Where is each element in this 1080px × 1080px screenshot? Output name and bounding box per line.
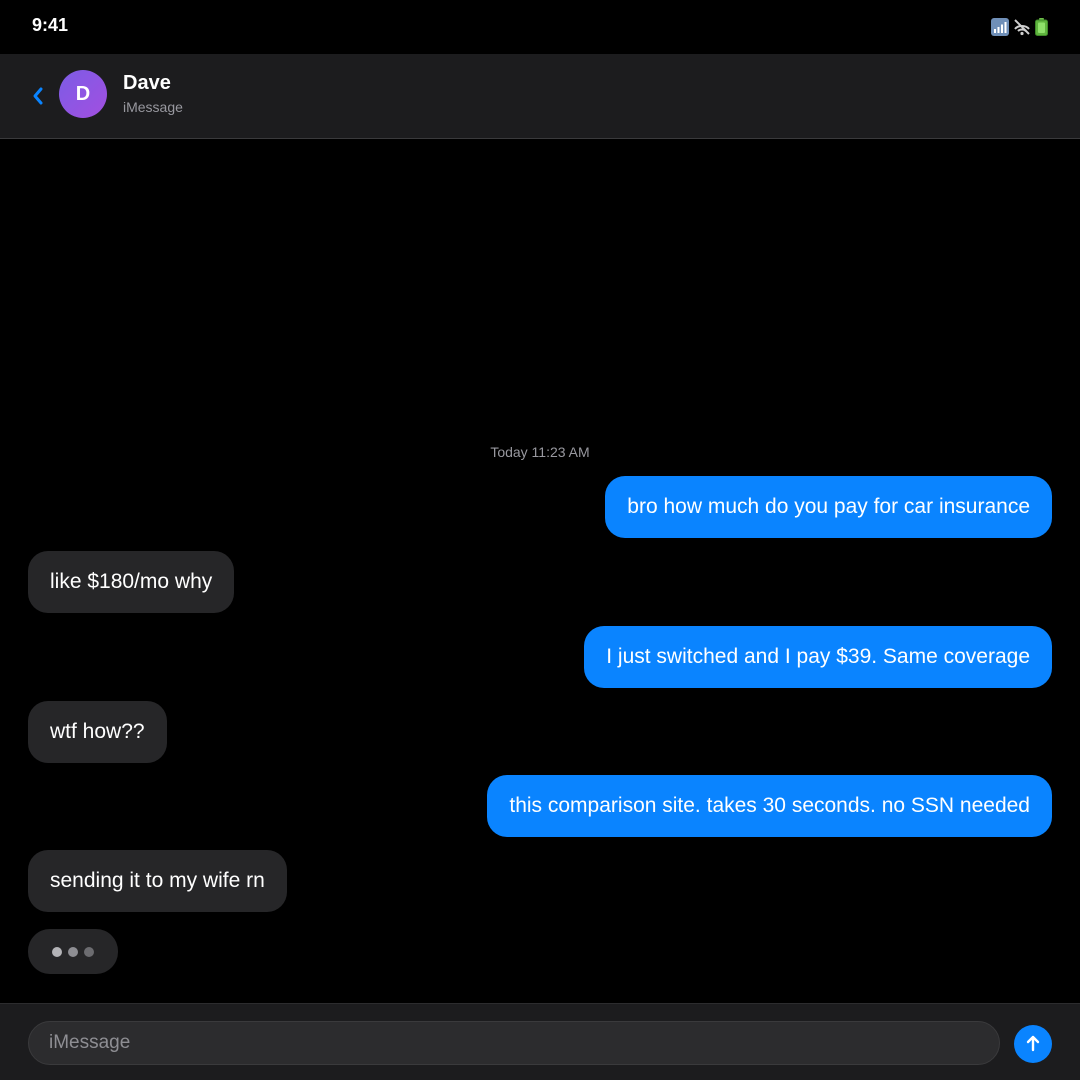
typing-dot <box>84 946 94 957</box>
conversation-header: D Dave iMessage <box>0 54 1080 139</box>
typing-dot <box>68 946 78 957</box>
status-time: 9:41 <box>32 15 69 35</box>
arrow-up-icon <box>1025 1034 1041 1055</box>
timestamp: Today 11:23 AM <box>490 444 590 460</box>
status-bar: 9:41 <box>0 0 1080 54</box>
avatar-initial: D <box>75 82 91 105</box>
wifi-off-icon <box>1012 18 1032 36</box>
messages-app: 9:41 D Dave iMessage Today 11:23 AM bro … <box>0 0 1080 1080</box>
contact-name[interactable]: Dave <box>123 72 171 95</box>
received-message-bubble[interactable]: like $180/mo why <box>28 551 235 613</box>
typing-dot <box>52 946 62 957</box>
contact-service-label: iMessage <box>123 99 183 115</box>
sent-message-bubble[interactable]: I just switched and I pay $39. Same cove… <box>584 626 1052 688</box>
cellular-signal-icon <box>991 18 1009 36</box>
avatar[interactable]: D <box>59 70 107 118</box>
composer-bar <box>0 1003 1080 1080</box>
sent-message-bubble[interactable]: this comparison site. takes 30 seconds. … <box>487 775 1052 837</box>
chevron-left-icon[interactable] <box>28 82 48 110</box>
status-icons <box>991 18 1048 36</box>
message-input[interactable] <box>28 1021 1000 1065</box>
battery-icon <box>1035 18 1048 36</box>
sent-message-bubble[interactable]: bro how much do you pay for car insuranc… <box>605 476 1052 538</box>
received-message-bubble[interactable]: sending it to my wife rn <box>28 850 287 912</box>
received-message-bubble[interactable]: wtf how?? <box>28 701 167 763</box>
send-button[interactable] <box>1014 1025 1052 1063</box>
typing-indicator <box>28 929 118 974</box>
message-list[interactable]: Today 11:23 AM bro how much do you pay f… <box>0 139 1080 1003</box>
